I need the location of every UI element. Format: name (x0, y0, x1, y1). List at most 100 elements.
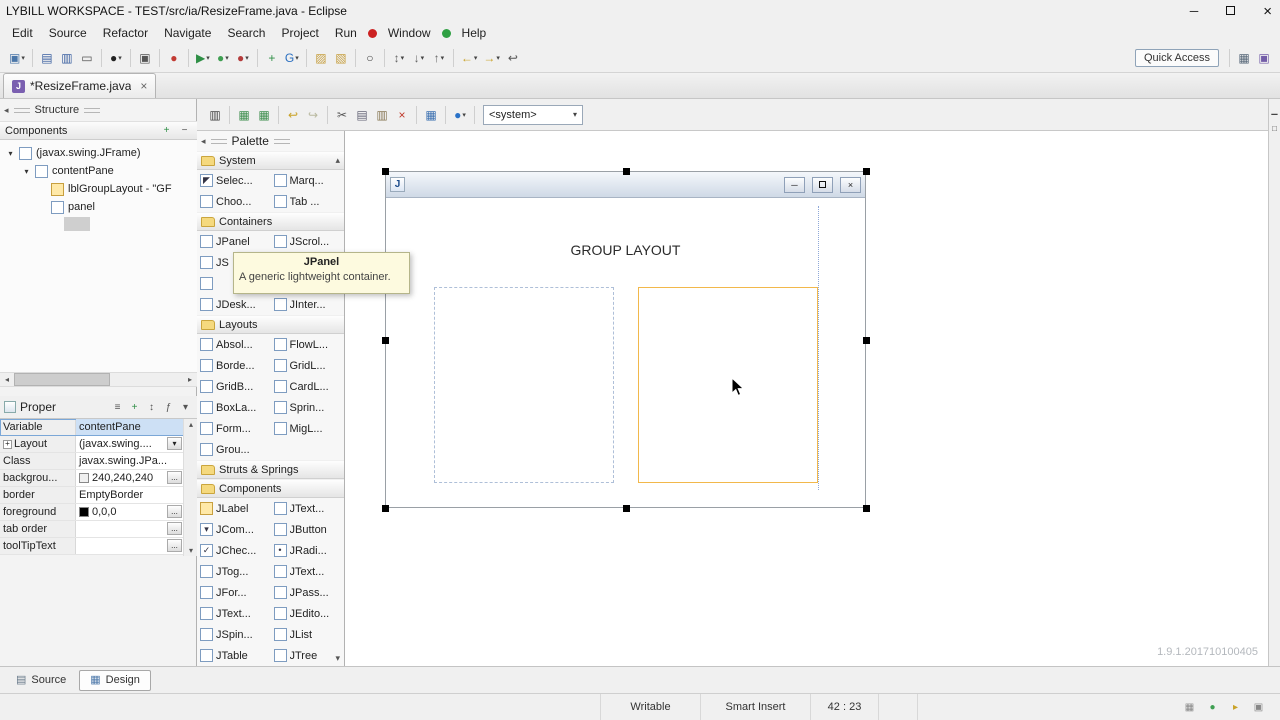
palette-item[interactable]: ◤ Selec... (197, 170, 271, 191)
property-row[interactable]: Class javax.swing.JPa... (0, 453, 183, 470)
palette-item[interactable]: ✓ JChec... (197, 540, 271, 561)
frame-maximize-icon[interactable] (812, 176, 833, 193)
property-row[interactable]: + Layout (javax.swing.... ▾ (0, 436, 183, 453)
palette-item[interactable]: Marq... (271, 170, 345, 191)
palette-item[interactable]: Tab ... (271, 191, 345, 212)
editor-tab[interactable]: J *ResizeFrame.java × (3, 73, 157, 98)
java-perspective-button[interactable]: ▣ (1254, 47, 1274, 69)
palette-item[interactable]: Absol... (197, 334, 271, 355)
palette-scroll-down-icon[interactable]: ▾ (335, 653, 340, 664)
palette-item[interactable]: CardL... (271, 376, 345, 397)
mode-tab-source[interactable]: ▤ Source (5, 670, 77, 691)
property-row[interactable]: Variable contentPane (0, 419, 183, 436)
palette-item[interactable]: JTree (271, 645, 345, 666)
palette-item[interactable]: JFor... (197, 582, 271, 603)
palette-item[interactable]: MigL... (271, 418, 345, 439)
maximize-icon[interactable] (1226, 5, 1236, 17)
palette-item[interactable]: GridL... (271, 355, 345, 376)
menu-project[interactable]: Project (273, 23, 326, 43)
resize-handle[interactable] (382, 505, 389, 512)
property-value[interactable]: ... (76, 538, 183, 554)
jframe-preview[interactable]: J ─ × GROUP LAYOUT (382, 168, 870, 512)
property-value[interactable]: EmptyBorder (76, 487, 183, 503)
property-row[interactable]: border EmptyBorder (0, 487, 183, 504)
ellipsis-button[interactable]: ... (167, 505, 182, 518)
ellipsis-button[interactable]: ... (167, 471, 182, 484)
minimize-view-icon[interactable]: ▁ (1271, 107, 1277, 115)
collapse-palette-icon[interactable]: ◂ (201, 136, 206, 147)
scroll-up-icon[interactable]: ▴ (184, 420, 198, 429)
left-panel[interactable] (434, 287, 614, 483)
table-button[interactable]: ▦ (421, 104, 441, 126)
resize-handle[interactable] (623, 505, 630, 512)
resize-handle[interactable] (863, 505, 870, 512)
open-perspective-button[interactable]: ▦ (1234, 47, 1254, 69)
user-profile-button[interactable]: ● ▾ (106, 47, 126, 69)
progress-icon[interactable]: ▸ (1228, 700, 1243, 714)
resize-handle[interactable] (623, 168, 630, 175)
tree-expander-icon[interactable]: ▾ (6, 149, 15, 158)
palette-item[interactable]: JInter... (271, 294, 345, 315)
undo-button[interactable]: ↩ (283, 104, 303, 126)
property-value[interactable]: (javax.swing.... ▾ (76, 436, 183, 452)
property-value[interactable]: ... (76, 521, 183, 537)
copy-button[interactable]: ▤ (352, 104, 372, 126)
palette-item[interactable]: Borde... (197, 355, 271, 376)
property-value[interactable]: 240,240,240... (76, 470, 183, 486)
status-ok-icon[interactable]: ● (1205, 700, 1220, 714)
palette-item[interactable]: JTable (197, 645, 271, 666)
maximize-view-icon[interactable]: □ (1272, 125, 1277, 133)
menu-help[interactable]: Help (454, 23, 495, 43)
horizontal-scrollbar[interactable]: ◂ ▸ (0, 372, 197, 387)
palette-item[interactable]: JLabel (197, 498, 271, 519)
palette-item[interactable]: Grou... (197, 439, 271, 460)
menu-search[interactable]: Search (219, 23, 273, 43)
coverage-button[interactable]: ▶ ▾ (193, 47, 213, 69)
property-row[interactable]: backgrou... 240,240,240... (0, 470, 183, 487)
tree-item[interactable]: ▾ contentPane (0, 162, 197, 180)
open-folder-button[interactable]: ▨ (311, 47, 331, 69)
resize-handle[interactable] (863, 337, 870, 344)
palette-item[interactable]: JText... (271, 561, 345, 582)
show-events-button[interactable]: ƒ (161, 400, 176, 414)
palette-item[interactable]: JButton (271, 519, 345, 540)
expand-all-button[interactable]: + (159, 124, 174, 138)
forward-button[interactable]: → ▾ (480, 47, 503, 69)
tree-item[interactable]: lblGroupLayout - "GF (0, 180, 197, 198)
tree-item[interactable]: panel (0, 198, 197, 216)
play-macro-icon[interactable] (441, 28, 451, 38)
next-annotation-button[interactable]: ↓ ▾ (409, 47, 429, 69)
palette-category-struts-springs[interactable]: Struts & Springs (197, 460, 344, 479)
run-button[interactable]: ● ▾ (213, 47, 233, 69)
resize-handle[interactable] (382, 168, 389, 175)
palette-item[interactable]: GridB... (197, 376, 271, 397)
scroll-right-icon[interactable]: ▸ (183, 375, 197, 384)
property-value[interactable]: javax.swing.JPa... (76, 453, 183, 469)
save-button[interactable]: ▤ (37, 47, 57, 69)
ellipsis-button[interactable]: ... (167, 522, 182, 535)
properties-scrollbar[interactable]: ▴ ▾ (183, 419, 197, 556)
goto-definition-button[interactable]: ≡ (110, 400, 125, 414)
property-row[interactable]: toolTipText... (0, 538, 183, 555)
palette-item[interactable]: JText... (271, 498, 345, 519)
palette-scroll-up-icon[interactable]: ▴ (335, 155, 340, 166)
scroll-left-icon[interactable]: ◂ (0, 375, 14, 384)
tree-expander-icon[interactable]: ▾ (22, 167, 31, 176)
frame-close-icon[interactable]: × (840, 176, 861, 193)
palette-item[interactable]: JPanel (197, 231, 271, 252)
minimize-icon[interactable]: ─ (1190, 5, 1199, 17)
palette-item[interactable]: JDesk... (197, 294, 271, 315)
menu-source[interactable]: Source (41, 23, 95, 43)
quick-access-button[interactable]: Quick Access (1134, 49, 1219, 67)
refresh-button[interactable]: ▦ (254, 104, 274, 126)
palette-item[interactable]: Choo... (197, 191, 271, 212)
prev-annotation-button[interactable]: ↑ ▾ (429, 47, 449, 69)
ellipsis-button[interactable]: ... (167, 539, 182, 552)
tree-item[interactable]: ▾ (javax.swing.JFrame) (0, 144, 197, 162)
external-tools-button[interactable]: G ▾ (282, 47, 302, 69)
group-layout-label[interactable]: GROUP LAYOUT (386, 242, 865, 258)
design-canvas[interactable]: J ─ × GROUP LAYOUT 1.9.1.201710100405 (345, 131, 1268, 666)
search-button[interactable]: ○ (360, 47, 380, 69)
property-value[interactable]: contentPane (76, 419, 183, 435)
property-row[interactable]: foreground 0,0,0... (0, 504, 183, 521)
